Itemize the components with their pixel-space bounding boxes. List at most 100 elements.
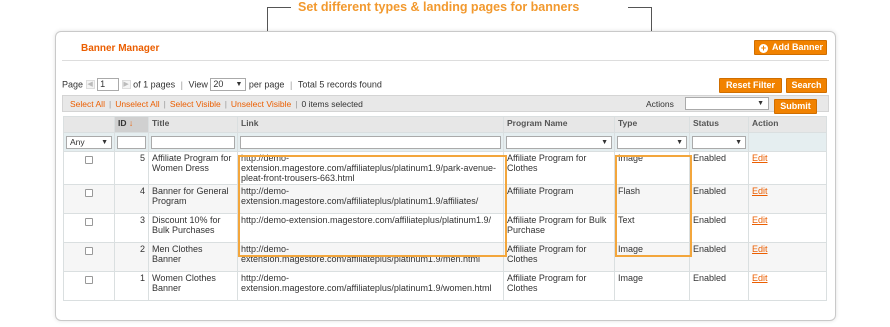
row-select-cell	[63, 213, 115, 243]
filter-any-value: Any	[70, 136, 85, 147]
cell-id: 2	[114, 242, 149, 272]
cell-action: Edit	[748, 151, 827, 185]
table-row: 5 Affiliate Program for Women Dress http:/…	[63, 151, 827, 185]
cell-program: Affiliate Program for Clothes	[503, 271, 615, 301]
id-filter-input[interactable]	[117, 135, 146, 149]
header-type[interactable]: Type	[614, 116, 690, 133]
row-select-cell	[63, 271, 115, 301]
edit-link[interactable]: Edit	[752, 215, 768, 225]
row-checkbox[interactable]	[85, 218, 93, 226]
cell-title: Affiliate Program for Women Dress	[148, 151, 238, 185]
title-filter-input[interactable]	[151, 135, 235, 149]
massaction-filter-select[interactable]: Any ▼	[66, 135, 112, 149]
cell-type: Image	[614, 271, 690, 301]
edit-link[interactable]: Edit	[752, 153, 768, 163]
row-checkbox[interactable]	[85, 156, 93, 164]
cell-link: http://demo-extension.magestore.com/affi…	[237, 242, 504, 272]
cell-action: Edit	[748, 242, 827, 272]
add-banner-label: Add Banner	[772, 42, 824, 52]
divider: |	[180, 79, 183, 90]
table-row: 2 Men Clothes Banner http://demo-extension…	[63, 242, 827, 272]
edit-link[interactable]: Edit	[752, 273, 768, 283]
panel-title: Banner Manager	[81, 43, 160, 54]
type-filter-select[interactable]: ▼	[617, 135, 687, 149]
total-records: Total 5 records found	[297, 79, 382, 90]
edit-link[interactable]: Edit	[752, 186, 768, 196]
chevron-down-icon: ▼	[601, 138, 608, 146]
header-title[interactable]: Title	[148, 116, 238, 133]
cell-id: 5	[114, 151, 149, 185]
cell-title: Banner for General Program	[148, 184, 238, 214]
unselect-visible-link[interactable]: Unselect Visible	[231, 99, 291, 109]
cell-status: Enabled	[689, 242, 749, 272]
cell-link: http://demo-extension.magestore.com/affi…	[237, 271, 504, 301]
chevron-down-icon: ▼	[101, 138, 108, 146]
items-selected-count: 0 items selected	[301, 99, 363, 109]
cell-id: 3	[114, 213, 149, 243]
plus-icon: +	[759, 43, 768, 53]
header-link[interactable]: Link	[237, 116, 504, 133]
next-page-icon[interactable]: ▶	[121, 80, 131, 90]
divider: |	[295, 99, 298, 109]
header-status[interactable]: Status	[689, 116, 749, 133]
cell-id: 4	[114, 184, 149, 214]
cell-id: 1	[114, 271, 149, 301]
cell-link: http://demo-extension.magestore.com/affi…	[237, 184, 504, 214]
cell-title: Discount 10% for Bulk Purchases	[148, 213, 238, 243]
row-select-cell	[63, 151, 115, 185]
chevron-down-icon: ▼	[676, 138, 683, 146]
row-checkbox[interactable]	[85, 189, 93, 197]
cell-status: Enabled	[689, 271, 749, 301]
divider: |	[108, 99, 112, 109]
prev-page-icon[interactable]: ◀	[85, 80, 95, 90]
row-checkbox[interactable]	[85, 276, 93, 284]
per-page-label: per page	[248, 79, 285, 90]
edit-link[interactable]: Edit	[752, 244, 768, 254]
header-massaction	[63, 116, 115, 133]
cell-action: Edit	[748, 213, 827, 243]
select-visible-link[interactable]: Select Visible	[170, 99, 221, 109]
divider: |	[224, 99, 227, 109]
of-pages-text: of 1 pages	[133, 79, 176, 90]
header-program-name[interactable]: Program Name	[503, 116, 615, 133]
callout-text: Set different types & landing pages for …	[298, 0, 580, 14]
cell-action: Edit	[748, 184, 827, 214]
submit-button[interactable]: Submit	[774, 99, 817, 114]
actions-select[interactable]: ▼	[685, 97, 769, 110]
cell-program: Affiliate Program	[503, 184, 615, 214]
action-filter-empty	[748, 132, 827, 152]
unselect-all-link[interactable]: Unselect All	[115, 99, 159, 109]
header-id-label: ID	[118, 118, 127, 128]
per-page-select[interactable]: 20 ▼	[210, 78, 247, 92]
chevron-down-icon: ▼	[735, 138, 742, 146]
program-filter-select[interactable]: ▼	[506, 135, 612, 149]
cell-program: Affiliate Program for Clothes	[503, 242, 615, 272]
table-row: 1 Women Clothes Banner http://demo-extensi…	[63, 271, 827, 301]
chevron-down-icon: ▼	[757, 100, 764, 107]
select-all-link[interactable]: Select All	[70, 99, 105, 109]
cell-program: Affiliate Program for Bulk Purchase	[503, 213, 615, 243]
chevron-down-icon: ▼	[235, 81, 243, 89]
table-row: 4 Banner for General Program http://demo-e…	[63, 184, 827, 214]
page-input[interactable]: 1	[97, 78, 120, 92]
reset-filter-button[interactable]: Reset Filter	[719, 78, 782, 93]
add-banner-button[interactable]: + Add Banner	[754, 40, 827, 55]
row-checkbox[interactable]	[85, 247, 93, 255]
search-button[interactable]: Search	[786, 78, 827, 93]
link-filter-input[interactable]	[240, 135, 501, 149]
header-id[interactable]: ID ↓	[114, 116, 149, 133]
cell-link: http://demo-extension.magestore.com/affi…	[237, 213, 504, 243]
view-label: View	[188, 79, 208, 90]
cell-link: http://demo-extension.magestore.com/affi…	[237, 151, 504, 185]
table-row: 3 Discount 10% for Bulk Purchases http://d…	[63, 213, 827, 243]
cell-status: Enabled	[689, 184, 749, 214]
status-filter-select[interactable]: ▼	[692, 135, 746, 149]
cell-action: Edit	[748, 271, 827, 301]
row-select-cell	[63, 242, 115, 272]
callout-line-right-h	[628, 7, 652, 8]
sort-desc-icon: ↓	[128, 118, 134, 128]
actions-label: Actions	[646, 99, 674, 109]
callout-line-left-h	[267, 7, 291, 8]
cell-program: Affiliate Program for Clothes	[503, 151, 615, 185]
row-select-cell	[63, 184, 115, 214]
